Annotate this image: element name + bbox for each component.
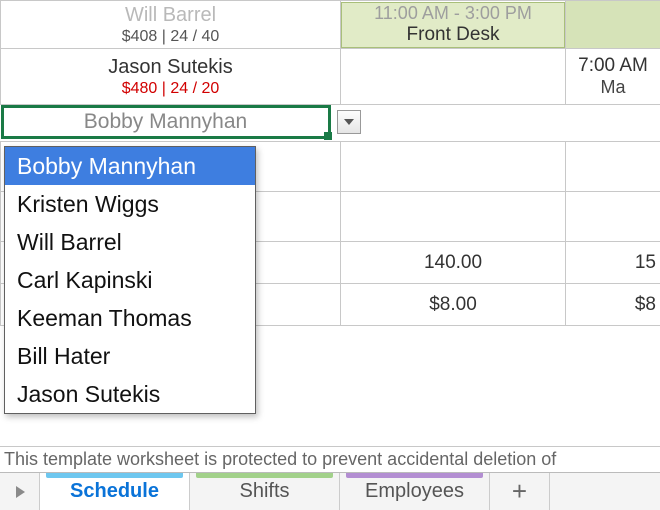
dropdown-item[interactable]: Keeman Thomas — [5, 299, 255, 337]
empty-cell[interactable] — [566, 142, 660, 192]
tab-label: Schedule — [70, 480, 159, 503]
table-row[interactable]: Jason Sutekis $480 | 24 / 20 7:00 AM Ma — [1, 49, 660, 105]
shift-cell[interactable]: 11:00 AM - 3:00 PM Front Desk — [341, 1, 566, 49]
dropdown-item[interactable]: Bobby Mannyhan — [5, 147, 255, 185]
employee-name: Will Barrel — [1, 4, 340, 26]
shift-role: Ma — [600, 77, 625, 98]
dropdown-item[interactable]: Jason Sutekis — [5, 375, 255, 413]
protection-message: This template worksheet is protected to … — [0, 446, 660, 470]
tab-employees[interactable]: Employees — [340, 473, 490, 510]
active-cell[interactable]: Bobby Mannyhan — [1, 105, 331, 139]
dropdown-list[interactable]: Bobby Mannyhan Kristen Wiggs Will Barrel… — [4, 146, 256, 414]
dropdown-item[interactable]: Carl Kapinski — [5, 261, 255, 299]
empty-cell[interactable] — [566, 192, 660, 242]
sheet-tab-bar: Schedule Shifts Employees + — [0, 472, 660, 510]
chevron-down-icon — [344, 119, 354, 125]
employee-hours: 24 / 20 — [170, 80, 219, 97]
active-cell-value: Bobby Mannyhan — [84, 110, 247, 134]
employee-subline: $408 | 24 / 40 — [1, 28, 340, 46]
empty-cell[interactable] — [341, 49, 566, 105]
dropdown-item[interactable]: Kristen Wiggs — [5, 185, 255, 223]
empty-cell[interactable] — [341, 142, 566, 192]
tab-accent — [346, 473, 483, 478]
table-row[interactable]: Will Barrel $408 | 24 / 40 11:00 AM - 3:… — [1, 1, 660, 49]
totals-cell[interactable]: $8 — [566, 284, 660, 326]
separator: | — [157, 28, 170, 45]
selection-handle[interactable] — [324, 132, 332, 140]
plus-icon: + — [512, 476, 527, 507]
employee-subline: $480 | 24 / 20 — [1, 80, 340, 98]
tab-accent — [46, 473, 183, 478]
dropdown-item[interactable]: Bill Hater — [5, 337, 255, 375]
employee-cell[interactable]: Jason Sutekis $480 | 24 / 20 — [1, 49, 341, 105]
shift-block[interactable]: 11:00 AM - 3:00 PM Front Desk — [341, 2, 565, 48]
worksheet-area[interactable]: Will Barrel $408 | 24 / 40 11:00 AM - 3:… — [0, 0, 660, 470]
employee-cell[interactable]: Will Barrel $408 | 24 / 40 — [1, 1, 341, 49]
tab-schedule[interactable]: Schedule — [40, 473, 190, 510]
tab-nav-button[interactable] — [0, 473, 40, 510]
employee-cost: $408 — [122, 28, 158, 45]
tab-shifts[interactable]: Shifts — [190, 473, 340, 510]
totals-cell[interactable]: 15 — [566, 242, 660, 284]
employee-hours: 24 / 40 — [170, 28, 219, 45]
empty-cell[interactable] — [341, 192, 566, 242]
tab-label: Employees — [365, 480, 464, 503]
table-row[interactable]: Bobby Mannyhan — [1, 105, 660, 142]
shift-cell[interactable]: 7:00 AM Ma — [566, 49, 660, 105]
shift-time: 11:00 AM - 3:00 PM — [374, 3, 532, 24]
totals-cell[interactable]: 140.00 — [341, 242, 566, 284]
shift-time: 7:00 AM — [578, 55, 648, 77]
employee-name: Jason Sutekis — [1, 56, 340, 78]
empty-cell[interactable] — [566, 1, 660, 49]
dropdown-button[interactable] — [337, 110, 361, 134]
shift-block[interactable]: 7:00 AM Ma — [566, 49, 660, 104]
dropdown-item[interactable]: Will Barrel — [5, 223, 255, 261]
shift-role: Front Desk — [407, 24, 500, 46]
separator: | — [157, 80, 170, 97]
tab-accent — [196, 473, 333, 478]
totals-cell[interactable]: $8.00 — [341, 284, 566, 326]
tab-label: Shifts — [239, 480, 289, 503]
play-icon — [14, 485, 26, 499]
employee-cost: $480 — [122, 80, 158, 97]
tab-add[interactable]: + — [490, 473, 550, 510]
